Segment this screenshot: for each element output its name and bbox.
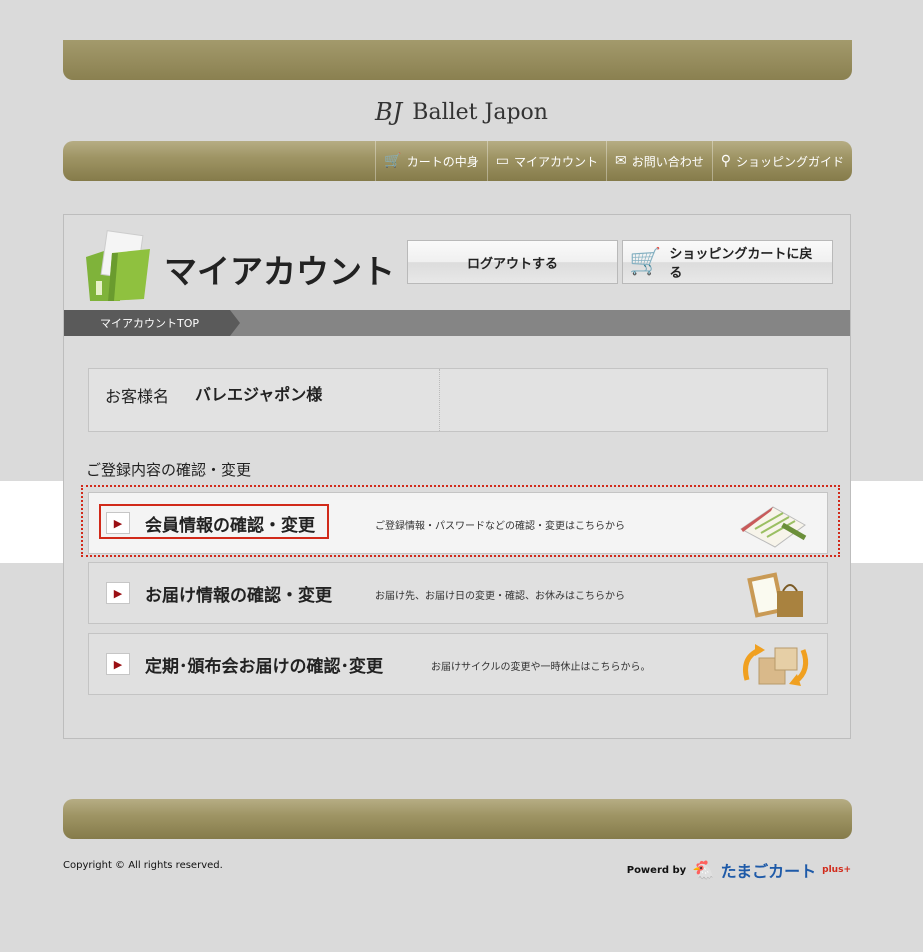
search-icon: ⚲ — [720, 153, 731, 169]
site-logo[interactable]: BJ Ballet Japon — [0, 92, 923, 132]
back-to-cart-label: ショッピングカートに戻る — [669, 247, 813, 281]
divider — [439, 369, 441, 431]
customer-name: バレエジャポン様 — [195, 385, 323, 404]
notebook-icon — [740, 506, 807, 548]
hen-logo-icon: 🐔 — [692, 859, 715, 881]
nav-contact[interactable]: ✉ お問い合わせ — [605, 141, 712, 181]
nav-my-account-label: マイアカウント — [513, 154, 598, 169]
global-nav-bar: 🛒 カートの中身 ▭ マイアカウント ✉ お問い合わせ ⚲ ショッピングガイド — [63, 141, 852, 181]
nav-shopping-guide-label: ショッピングガイド — [735, 154, 844, 169]
nav-my-account[interactable]: ▭ マイアカウント — [486, 141, 606, 181]
menu-member-info-title[interactable]: 会員情報の確認・変更 — [145, 511, 315, 536]
shopping-cart-icon: 🛒 — [629, 247, 662, 277]
clipboard-bag-icon — [747, 572, 803, 618]
boxes-cycle-icon — [743, 644, 809, 686]
account-card-icon: ▭ — [495, 153, 509, 169]
footer-bar — [63, 799, 852, 839]
powered-by-logo: たまごカート — [720, 862, 817, 881]
logo-text: Ballet Japon — [412, 99, 548, 125]
customer-label: お客様名 — [105, 387, 170, 406]
powered-by[interactable]: Powerd by 🐔 たまごカート plus+ — [627, 858, 851, 882]
header-bar — [63, 40, 852, 80]
cart-icon: 🛒 — [384, 153, 402, 169]
powered-by-plus: plus+ — [822, 865, 851, 875]
menu-delivery-info-title[interactable]: お届け情報の確認・変更 — [145, 581, 332, 606]
breadcrumb: マイアカウントTOP — [64, 310, 850, 336]
arrow-right-icon: ▶ — [106, 653, 130, 675]
nav-contact-label: お問い合わせ — [631, 154, 704, 169]
section-heading: ご登録内容の確認・変更 — [86, 461, 252, 479]
customer-name-box: お客様名 バレエジャポン様 — [88, 368, 828, 432]
mail-icon: ✉ — [614, 153, 627, 169]
menu-member-info-desc: ご登録情報・パスワードなどの確認・変更はこちらから — [375, 521, 625, 532]
arrow-right-icon: ▶ — [106, 512, 130, 534]
menu-delivery-info[interactable]: ▶ お届け情報の確認・変更 お届け先、お届け日の変更・確認、お休みはこちらから — [88, 562, 828, 624]
menu-delivery-info-desc: お届け先、お届け日の変更・確認、お休みはこちらから — [375, 591, 625, 602]
powered-by-label: Powerd by — [626, 864, 687, 876]
global-nav: 🛒 カートの中身 ▭ マイアカウント ✉ お問い合わせ ⚲ ショッピングガイド — [375, 141, 852, 181]
logout-button[interactable]: ログアウトする — [407, 240, 618, 284]
copyright-text: Copyright © All rights reserved. — [63, 860, 223, 871]
page-title: マイアカウント — [164, 253, 395, 290]
nav-shopping-guide[interactable]: ⚲ ショッピングガイド — [711, 141, 852, 181]
back-to-cart-button[interactable]: 🛒 ショッピングカートに戻る — [622, 240, 833, 284]
menu-subscription-delivery-title[interactable]: 定期･頒布会お届けの確認･変更 — [145, 652, 383, 677]
my-account-panel: マイアカウント ログアウトする 🛒 ショッピングカートに戻る マイアカウントTO… — [63, 214, 851, 739]
menu-subscription-delivery[interactable]: ▶ 定期･頒布会お届けの確認･変更 お届けサイクルの変更や一時休止はこちらから。 — [88, 633, 828, 695]
logo-mark-icon: BJ — [375, 98, 403, 126]
folder-icon — [86, 230, 150, 301]
menu-member-info[interactable]: ▶ 会員情報の確認・変更 ご登録情報・パスワードなどの確認・変更はこちらから — [88, 492, 828, 554]
menu-subscription-delivery-desc: お届けサイクルの変更や一時休止はこちらから。 — [431, 662, 651, 673]
arrow-right-icon: ▶ — [106, 582, 130, 604]
breadcrumb-item-top[interactable]: マイアカウントTOP — [64, 310, 240, 336]
nav-cart-label: カートの中身 — [406, 154, 479, 169]
nav-cart[interactable]: 🛒 カートの中身 — [375, 141, 486, 181]
